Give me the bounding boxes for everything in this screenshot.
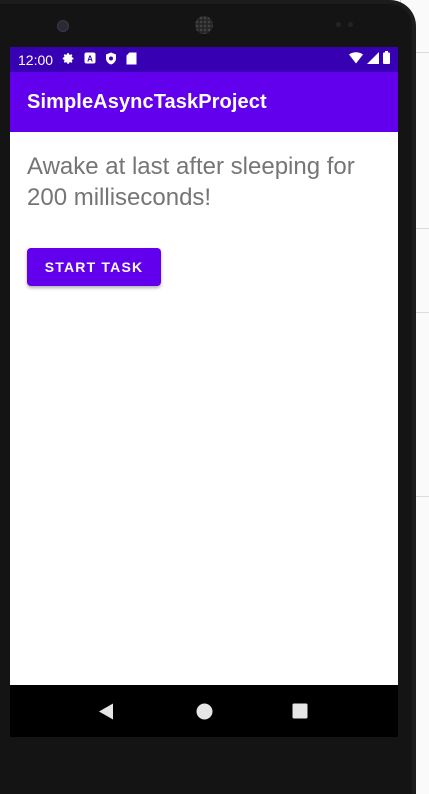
result-message: Awake at last after sleeping for 200 mil… [27, 153, 355, 211]
emulator-device-frame: 12:00 A SimpleAsyncTaskProject Awake at … [0, 0, 416, 794]
earpiece-speaker [195, 16, 213, 34]
battery-icon [383, 50, 390, 69]
proximity-sensor [336, 22, 341, 27]
home-icon[interactable] [194, 701, 214, 721]
light-sensor [348, 22, 353, 27]
status-bar: 12:00 A [10, 47, 398, 72]
sd-card-icon [126, 52, 137, 68]
device-screen: 12:00 A SimpleAsyncTaskProject Awake at … [10, 47, 398, 737]
signal-icon [367, 51, 379, 69]
front-camera [57, 20, 69, 32]
back-icon[interactable] [96, 701, 116, 721]
recents-icon[interactable] [290, 701, 310, 721]
navigation-bar [10, 685, 398, 737]
gear-icon [62, 52, 75, 68]
app-title: SimpleAsyncTaskProject [27, 90, 267, 113]
status-time: 12:00 [18, 51, 54, 68]
a-notification-icon: A [84, 52, 96, 67]
app-bar: SimpleAsyncTaskProject [10, 72, 398, 132]
start-task-button[interactable]: START TASK [27, 248, 161, 286]
svg-text:A: A [87, 55, 93, 64]
wifi-icon [349, 51, 363, 69]
shield-icon [105, 52, 117, 68]
